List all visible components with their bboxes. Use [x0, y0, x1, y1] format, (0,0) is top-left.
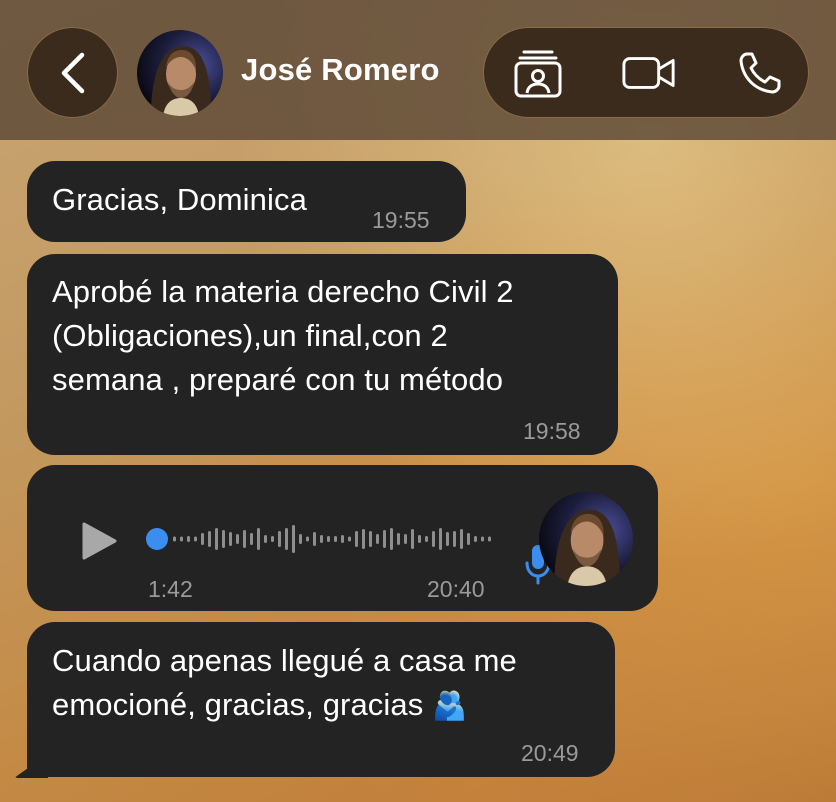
- waveform-bar: [355, 531, 358, 547]
- contact-card-icon: [514, 50, 562, 98]
- message-time: 20:40: [427, 576, 485, 602]
- waveform-bar: [292, 525, 295, 553]
- waveform-bar: [453, 531, 456, 547]
- waveform-bar: [215, 528, 218, 550]
- waveform-bar: [460, 529, 463, 549]
- message-line: Aprobé la materia derecho Civil 2: [52, 274, 514, 309]
- waveform-bar: [411, 529, 414, 549]
- waveform-bar: [432, 531, 435, 547]
- waveform-bar: [334, 536, 337, 542]
- waveform-bar: [341, 535, 344, 543]
- waveform-bar: [271, 536, 274, 542]
- waveform-bar: [446, 532, 449, 546]
- back-button[interactable]: [27, 27, 118, 118]
- phone-icon: [739, 52, 781, 94]
- waveform-bar: [285, 528, 288, 550]
- waveform-bar: [439, 528, 442, 550]
- waveform-bar: [278, 531, 281, 547]
- message-bubble[interactable]: Cuando apenas llegué a casa me emocioné,…: [27, 622, 615, 777]
- video-call-button[interactable]: [621, 49, 677, 97]
- waveform-bar: [187, 536, 190, 542]
- waveform-bar: [180, 536, 183, 542]
- waveform-bar: [425, 536, 428, 542]
- message-line: Cuando apenas llegué a casa me: [52, 643, 517, 678]
- waveform-bar: [383, 530, 386, 548]
- message-bubble[interactable]: Aprobé la materia derecho Civil 2 (Oblig…: [27, 254, 618, 455]
- waveform-bar: [418, 535, 421, 543]
- message-text: Aprobé la materia derecho Civil 2 (Oblig…: [52, 270, 514, 402]
- waveform-bar: [229, 532, 232, 546]
- message-text: Gracias, Dominica: [52, 182, 307, 217]
- waveform-bar: [320, 535, 323, 543]
- message-bubble[interactable]: Gracias, Dominica 19:55: [27, 161, 466, 242]
- waveform-bar: [481, 536, 484, 542]
- sender-avatar[interactable]: [539, 492, 633, 586]
- waveform-bar: [404, 534, 407, 544]
- waveform-bar: [257, 528, 260, 550]
- waveform-bar: [474, 536, 477, 542]
- message-time: 19:55: [372, 207, 430, 233]
- waveform-bar: [467, 533, 470, 545]
- contact-avatar[interactable]: [137, 30, 223, 116]
- voice-waveform[interactable]: [143, 515, 499, 563]
- waveform-bar: [362, 529, 365, 549]
- header-actions: [483, 27, 809, 118]
- playhead: [146, 528, 168, 550]
- message-time: 19:58: [523, 418, 581, 444]
- video-camera-icon: [622, 57, 675, 89]
- contact-name[interactable]: José Romero: [241, 52, 440, 88]
- waveform-bar: [222, 530, 225, 548]
- waveform-bar: [236, 534, 239, 544]
- voice-call-button[interactable]: [732, 49, 788, 97]
- waveform-bar: [208, 531, 211, 547]
- waveform-bar: [201, 533, 204, 545]
- voice-duration: 1:42: [148, 576, 193, 602]
- waveform-bar: [376, 534, 379, 544]
- waveform-bar: [299, 534, 302, 544]
- hug-emoji: 🫂: [432, 690, 468, 721]
- waveform-bar: [390, 528, 393, 550]
- voice-message-bubble[interactable]: 1:42 20:40: [27, 465, 658, 611]
- chevron-left-icon: [61, 52, 84, 93]
- contact-card-button[interactable]: [510, 49, 566, 98]
- waveform-bar: [264, 535, 267, 543]
- message-line: (Obligaciones),un final,con 2: [52, 318, 448, 353]
- waveform-bar: [348, 536, 351, 542]
- waveform-bar: [250, 533, 253, 545]
- message-text: Cuando apenas llegué a casa me emocioné,…: [52, 639, 517, 728]
- waveform-bar: [369, 531, 372, 547]
- waveform-bar: [488, 536, 491, 542]
- chat-header: José Romero: [0, 0, 836, 140]
- play-icon[interactable]: [80, 521, 118, 561]
- waveform-bar: [306, 536, 309, 542]
- waveform-bar: [194, 536, 197, 542]
- message-time: 20:49: [521, 740, 579, 766]
- waveform-bar: [243, 530, 246, 548]
- message-line: emocioné, gracias, gracias 🫂: [52, 687, 468, 722]
- waveform-bar: [397, 533, 400, 545]
- waveform-bar: [313, 532, 316, 546]
- waveform-bar: [327, 536, 330, 542]
- message-line: semana , preparé con tu método: [52, 362, 504, 397]
- waveform-bar: [173, 536, 176, 542]
